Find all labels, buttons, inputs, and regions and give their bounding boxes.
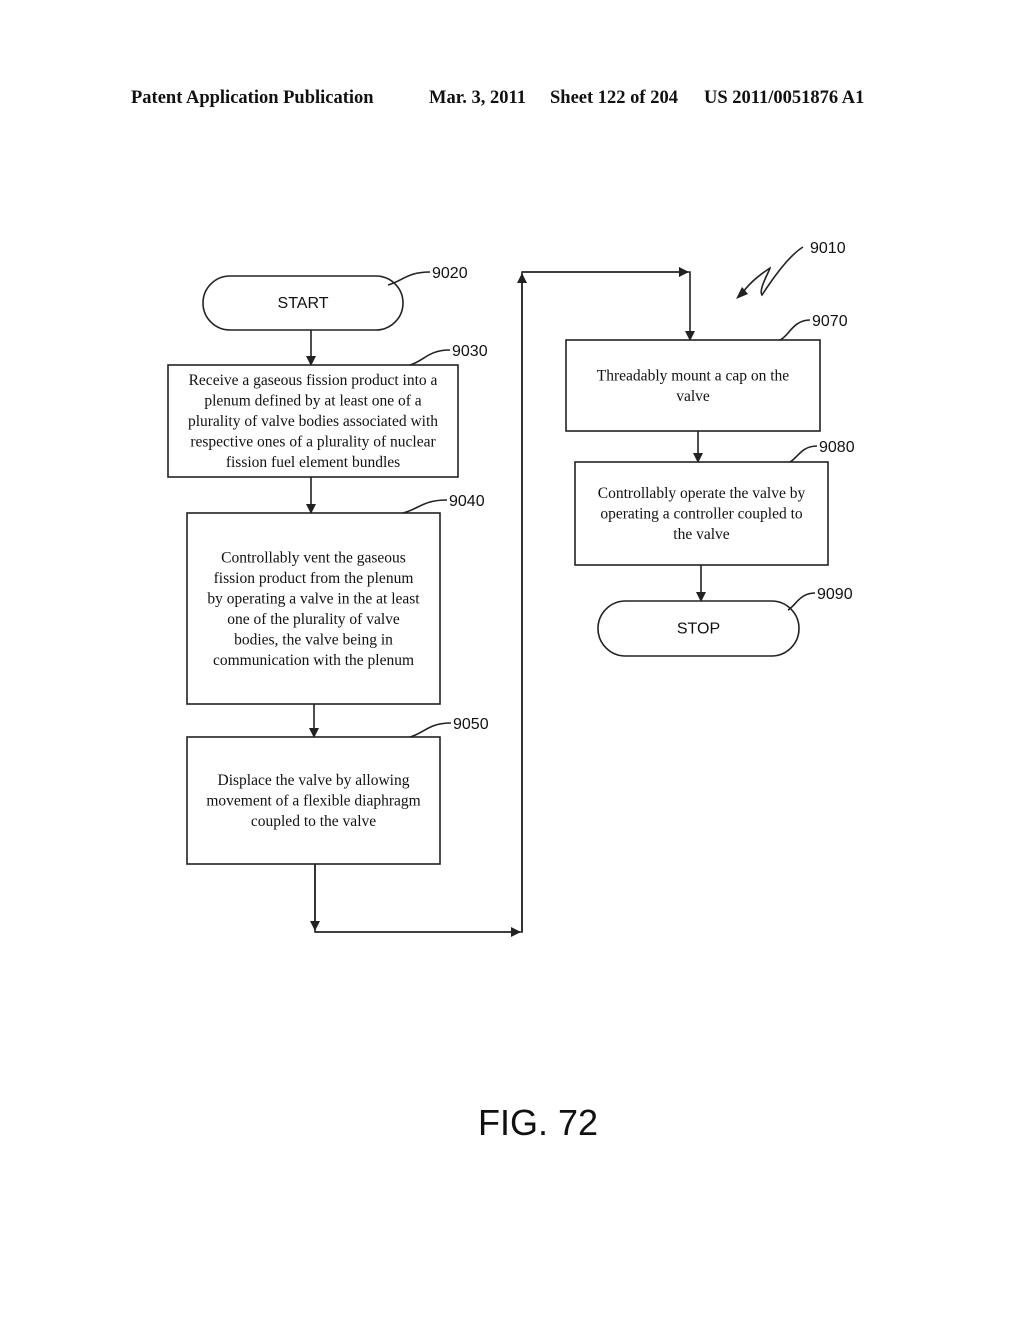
node-text-line: by operating a valve in the at least: [207, 590, 420, 607]
flow-node-9050: Displace the valve by allowing movement o…: [186, 736, 441, 865]
ref-9090: 9090: [817, 586, 853, 603]
ref-leader-9030: [409, 349, 451, 366]
node-text-line: Receive a gaseous fission product into a: [189, 372, 438, 389]
node-text-line: operating a controller coupled to: [600, 506, 803, 523]
ref-9010: 9010: [810, 240, 846, 257]
ref-leader-9040: [402, 499, 448, 514]
ref-leader-9090: [787, 592, 816, 611]
flow-node-9030: Receive a gaseous fission product into a…: [167, 364, 459, 478]
node-text-line: bodies, the valve being in: [234, 631, 393, 648]
node-text-line: respective ones of a plurality of nuclea…: [190, 434, 436, 451]
figure-reference: 9010: [736, 240, 846, 299]
ref-9030: 9030: [452, 343, 488, 360]
flowchart: START Receive a gaseous fission product i…: [167, 240, 855, 1143]
ref-9080: 9080: [819, 439, 855, 456]
node-text-line: Controllably operate the valve by: [598, 485, 806, 502]
process-box: [565, 339, 821, 432]
process-box: [186, 512, 441, 705]
figure-label: FIG. 72: [478, 1102, 598, 1143]
node-text-line: plenum defined by at least one of a: [204, 393, 421, 410]
node-text-line: movement of a flexible diaphragm: [206, 793, 420, 810]
node-text-line: plurality of valve bodies associated wit…: [188, 413, 438, 430]
flow-node-9090: STOP: [597, 600, 800, 657]
node-text-line: coupled to the valve: [251, 813, 376, 830]
node-text-line: START: [278, 295, 329, 312]
node-text-line: fission product from the plenum: [214, 570, 414, 587]
ref-9040: 9040: [449, 493, 485, 510]
ref-leader-9050: [409, 722, 452, 738]
node-text-line: valve: [676, 388, 710, 405]
node-text-line: fission fuel element bundles: [226, 454, 400, 471]
node-text-line: Displace the valve by allowing: [218, 772, 410, 789]
flow-node-9070: Threadably mount a cap on the valve: [565, 339, 821, 432]
node-text-line: communication with the plenum: [213, 652, 414, 669]
node-text-line: Threadably mount a cap on the: [597, 367, 790, 384]
ref-leader-9070: [779, 319, 811, 341]
ref-9070: 9070: [812, 313, 848, 330]
flow-nodes: START Receive a gaseous fission product i…: [167, 275, 829, 865]
flow-node-9080: Controllably operate the valve by operati…: [574, 461, 829, 566]
ref-leader-9020: [387, 271, 431, 286]
ref-leader-9080: [789, 445, 818, 463]
node-text-line: one of the plurality of valve: [227, 611, 400, 628]
flow-node-9040: Controllably vent the gaseous fission pro…: [186, 512, 441, 705]
ref-9020: 9020: [432, 265, 468, 282]
node-text-line: STOP: [677, 621, 720, 638]
zigzag-leader: [739, 246, 804, 297]
node-text-line: Controllably vent the gaseous: [221, 549, 406, 566]
flow-node-9020: START: [202, 275, 404, 331]
ref-9050: 9050: [453, 716, 489, 733]
node-text-line: the valve: [673, 526, 729, 543]
